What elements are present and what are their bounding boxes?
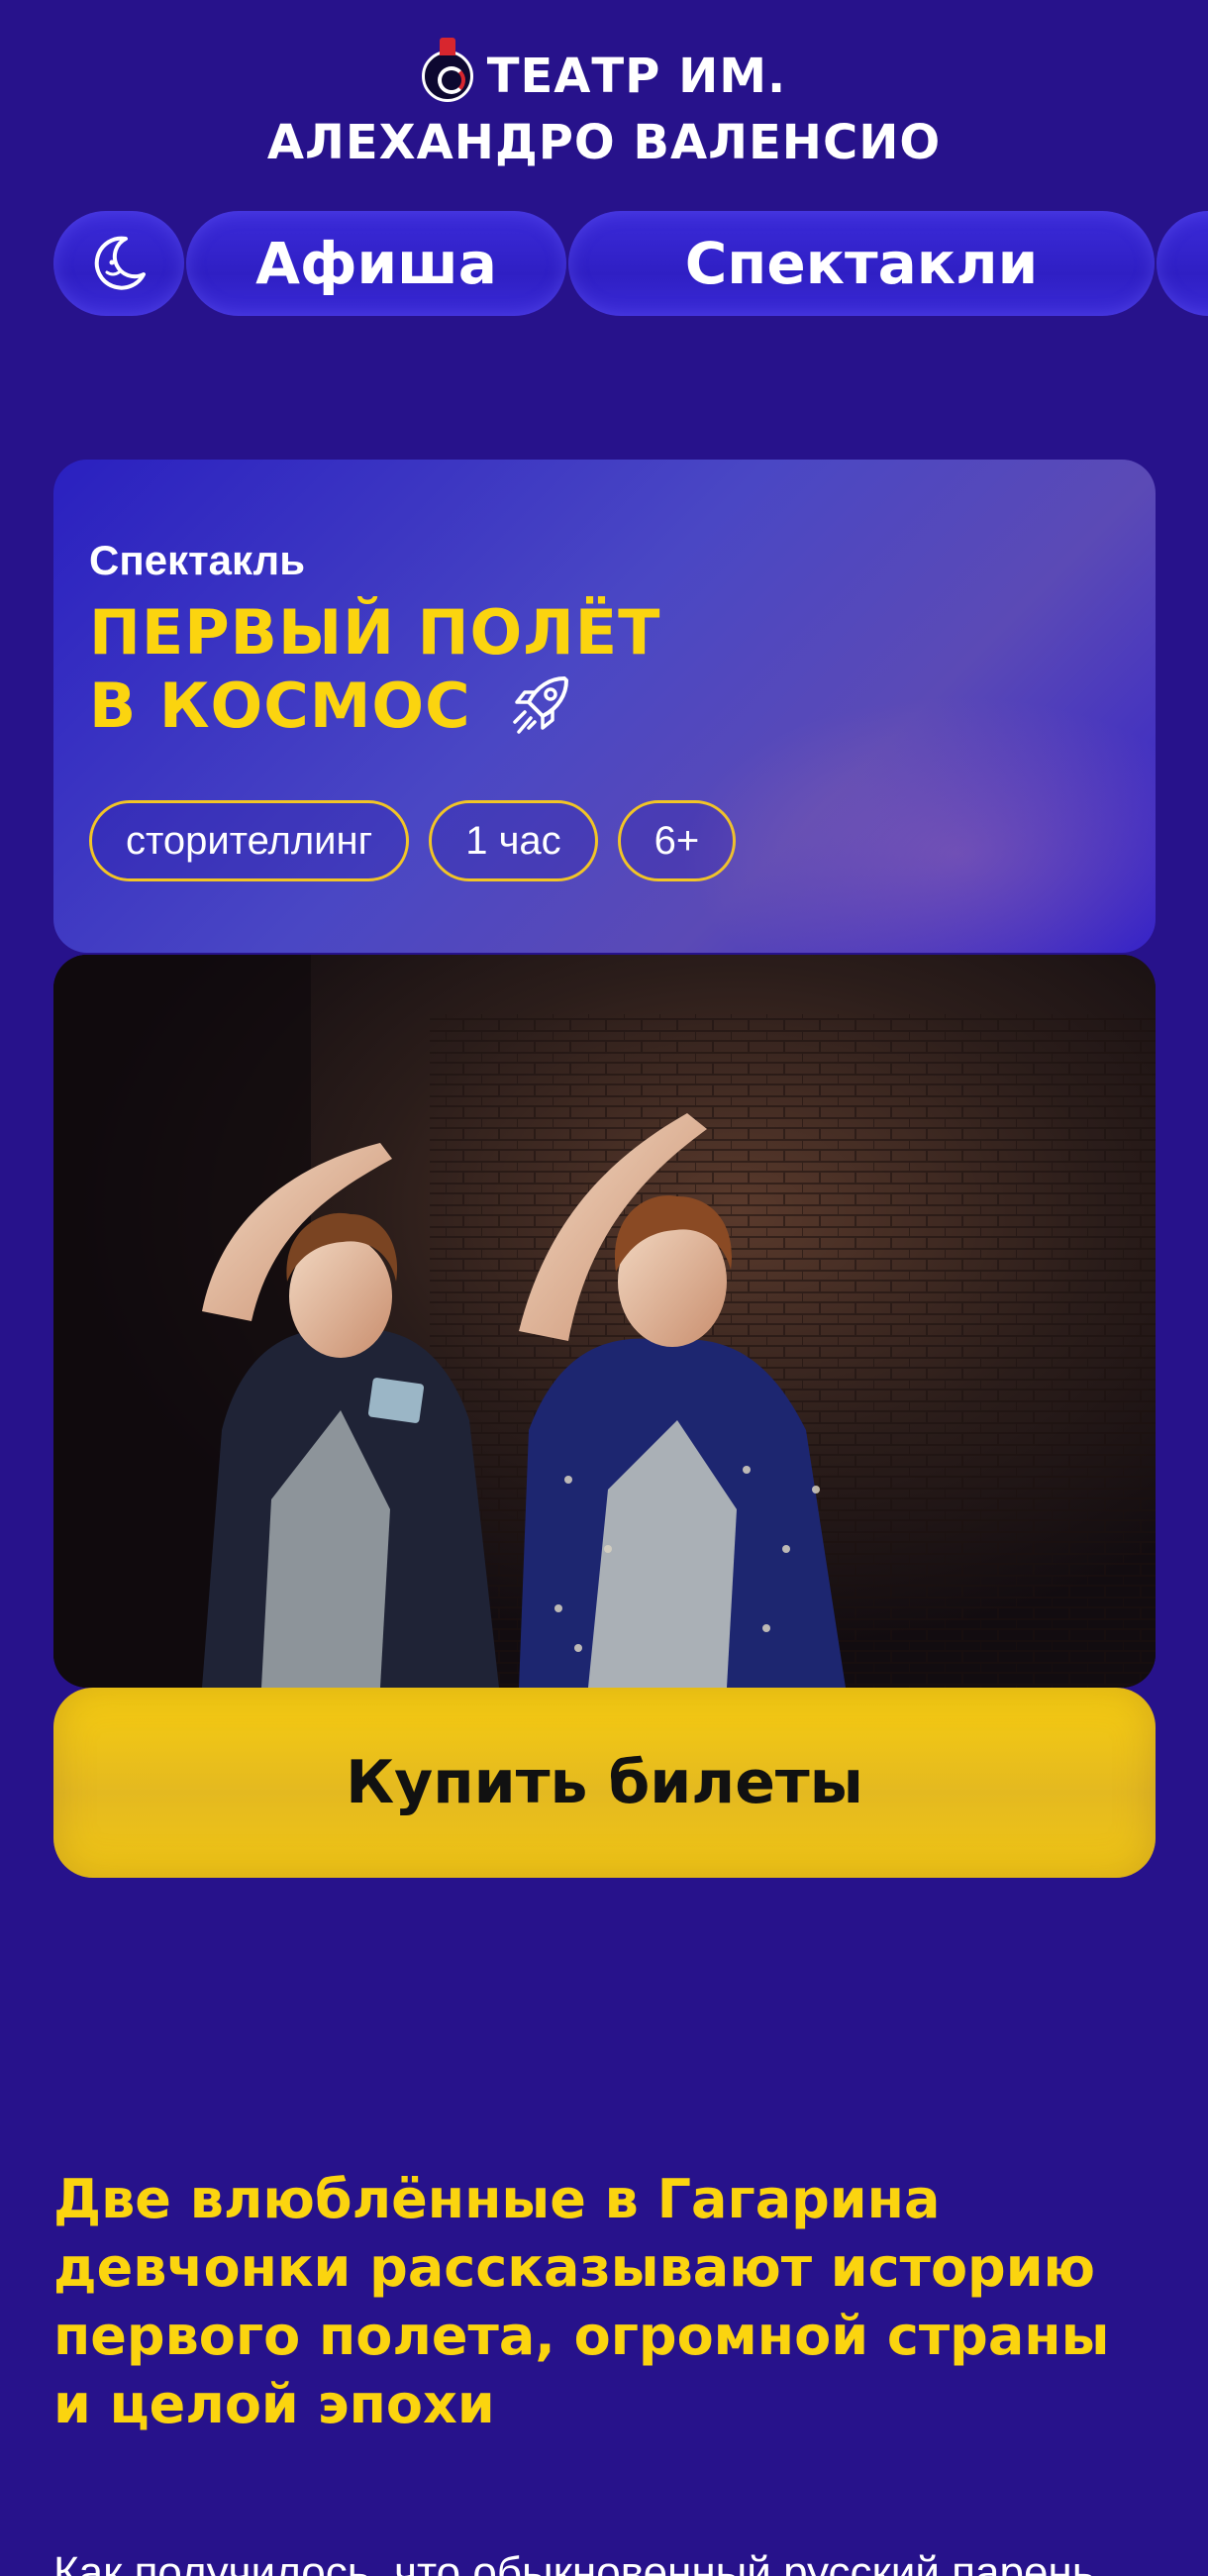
description-heading: Две влюблённые в Гагарина девчонки расск…: [53, 2168, 1110, 2435]
performance-title-line1: ПЕРВЫЙ ПОЛЁТ: [89, 596, 661, 669]
performance-photo: [53, 955, 1156, 1688]
site-logo-link[interactable]: ТЕАТР ИМ.: [0, 38, 1208, 115]
nav-item-afisha[interactable]: Афиша: [186, 211, 566, 316]
moon-icon: [94, 236, 146, 290]
tag-age-rating: 6+: [617, 800, 737, 881]
main-nav: Афиша Спектакли С: [53, 211, 1208, 316]
performance-tags: сторителлинг 1 час 6+: [89, 800, 737, 881]
performance-title-line2: В КОСМОС: [89, 670, 471, 742]
tag-duration: 1 час: [429, 800, 598, 881]
performance-type-label: Спектакль: [89, 537, 306, 583]
logo-text-line1: ТЕАТР ИМ.: [486, 49, 787, 104]
performance-hero-card: Спектакль ПЕРВЫЙ ПОЛЁТ В КОСМОС сторител…: [53, 460, 1156, 953]
performance-title: ПЕРВЫЙ ПОЛЁТ В КОСМОС: [89, 596, 660, 743]
performance-photo-image: [53, 955, 1156, 1688]
nav-item-next[interactable]: С: [1157, 211, 1208, 316]
theme-toggle-button[interactable]: [53, 211, 184, 316]
rocket-icon: [513, 675, 569, 734]
page: ТЕАТР ИМ. АЛЕХАНДРО ВАЛЕНСИО Афиша Спект…: [0, 0, 1208, 2576]
tag-genre: сторителлинг: [89, 800, 410, 881]
nav-item-spektakli[interactable]: Спектакли: [568, 211, 1155, 316]
site-header: ТЕАТР ИМ. АЛЕХАНДРО ВАЛЕНСИО: [0, 38, 1208, 170]
theatre-logo-icon: [421, 38, 473, 102]
description-body: Как получилось, что обыкновенный русский…: [53, 2548, 1095, 2576]
buy-tickets-button[interactable]: Купить билеты: [53, 1688, 1156, 1878]
logo-text-line2: АЛЕХАНДРО ВАЛЕНСИО: [266, 115, 942, 170]
